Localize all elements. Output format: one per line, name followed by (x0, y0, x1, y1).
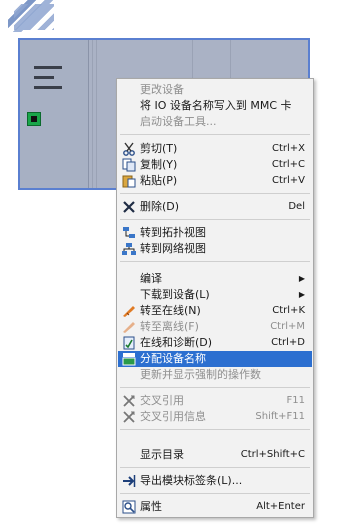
menu-separator (120, 193, 310, 194)
cross-reference-icon (122, 394, 136, 408)
menu-item-label: 复制(Y) (140, 158, 178, 171)
submenu-arrow-icon: ▶ (298, 274, 305, 283)
menu-item-label: 属性 (140, 500, 162, 513)
menu-item-label: 粘贴(P) (140, 174, 178, 187)
menu-item-shortcut: Ctrl+Shift+C (240, 449, 305, 460)
menu-item-label: 在线和诊断(D) (140, 336, 213, 349)
export-arrow-icon (122, 474, 136, 488)
menu-separator (120, 134, 310, 135)
menu-item-shortcut: Del (288, 201, 305, 212)
menu-item-shortcut: Ctrl+M (270, 321, 305, 332)
menu-item-compile[interactable]: 编译 ▶ (118, 271, 312, 287)
menu-item-shortcut: Ctrl+K (272, 305, 305, 316)
menu-item-update-show-forced-operands[interactable]: 更新并显示强制的操作数 (118, 367, 312, 383)
profinet-port-icon[interactable] (27, 112, 41, 126)
menu-item-label: 转到拓扑视图 (140, 226, 206, 239)
menu-item-label: 转至离线(F) (140, 320, 199, 333)
menu-item-label: 显示目录 (140, 448, 184, 461)
paste-icon (122, 174, 136, 188)
menu-item-delete[interactable]: 删除(D) Del (118, 199, 312, 215)
menu-item-shortcut: Shift+F11 (255, 411, 305, 422)
menu-item-export-module-labels[interactable]: 导出模块标签条(L)... (118, 473, 312, 489)
menu-separator (120, 467, 310, 468)
assign-name-icon (122, 352, 136, 366)
context-menu: 更改设备 将 IO 设备名称写入到 MMC 卡 启动设备工具... 剪切(T) … (116, 78, 314, 518)
menu-item-go-online[interactable]: 转至在线(N) Ctrl+K (118, 303, 312, 319)
menu-item-cross-reference[interactable]: 交叉引用 F11 (118, 393, 312, 409)
menu-item-go-offline[interactable]: 转至离线(F) Ctrl+M (118, 319, 312, 335)
menu-item-change-device[interactable]: 更改设备 (118, 82, 312, 98)
device-rack-header-pattern (14, 4, 54, 30)
cross-reference-info-icon (122, 410, 136, 424)
device-head-module[interactable] (20, 40, 89, 188)
menu-item-label: 导出模块标签条(L)... (140, 474, 243, 487)
menu-item-start-device-tool[interactable]: 启动设备工具... (118, 114, 312, 130)
properties-icon (122, 500, 136, 514)
menu-item-label: 分配设备名称 (140, 352, 206, 365)
menu-item-label: 剪切(T) (140, 142, 178, 155)
diagnostics-icon (122, 336, 136, 350)
menu-item-shortcut: Ctrl+V (271, 175, 305, 186)
module-label-line (34, 66, 62, 69)
delete-x-icon (122, 200, 136, 214)
menu-item-label: 更新并显示强制的操作数 (140, 368, 261, 381)
menu-item-label: 交叉引用 (140, 394, 184, 407)
menu-item-assign-device-name[interactable]: 分配设备名称 (118, 351, 312, 367)
module-label-line (34, 86, 62, 89)
menu-item-label: 启动设备工具... (140, 115, 217, 128)
menu-item-label: 编译 (140, 272, 162, 285)
copy-icon (122, 158, 136, 172)
topology-view-icon (122, 226, 136, 240)
menu-item-shortcut: Ctrl+D (271, 337, 305, 348)
module-slot-divider (92, 40, 93, 188)
submenu-arrow-icon: ▶ (298, 290, 305, 299)
menu-item-shortcut: Ctrl+X (271, 143, 305, 154)
menu-separator (120, 429, 310, 430)
menu-item-cross-reference-info[interactable]: 交叉引用信息 Shift+F11 (118, 409, 312, 425)
menu-item-label: 下载到设备(L) (140, 288, 210, 301)
menu-item-label: 删除(D) (140, 200, 180, 213)
go-offline-icon (122, 320, 136, 334)
menu-item-shortcut: F11 (286, 395, 305, 406)
menu-item-properties[interactable]: 属性 Alt+Enter (118, 499, 312, 515)
module-label-line (34, 76, 54, 79)
menu-separator (120, 387, 310, 388)
menu-item-shortcut: Ctrl+C (271, 159, 305, 170)
menu-item-download-to-device[interactable]: 下载到设备(L) ▶ (118, 287, 312, 303)
menu-item-label: 更改设备 (140, 83, 184, 96)
menu-item-write-io-name-mmc[interactable]: 将 IO 设备名称写入到 MMC 卡 (118, 98, 312, 114)
menu-item-label: 将 IO 设备名称写入到 MMC 卡 (140, 99, 292, 112)
menu-item-cut[interactable]: 剪切(T) Ctrl+X (118, 141, 312, 157)
module-slot-divider (96, 40, 97, 188)
menu-item-go-topology-view[interactable]: 转到拓扑视图 (118, 225, 312, 241)
menu-item-label: 转至在线(N) (140, 304, 201, 317)
menu-separator (120, 261, 310, 262)
menu-separator (120, 219, 310, 220)
scissors-icon (122, 142, 136, 156)
menu-item-show-catalog[interactable]: 显示目录 Ctrl+Shift+C (118, 447, 312, 463)
menu-item-online-diagnostics[interactable]: 在线和诊断(D) Ctrl+D (118, 335, 312, 351)
menu-item-label: 转到网络视图 (140, 242, 206, 255)
menu-item-copy[interactable]: 复制(Y) Ctrl+C (118, 157, 312, 173)
menu-item-label: 交叉引用信息 (140, 410, 206, 423)
menu-item-paste[interactable]: 粘贴(P) Ctrl+V (118, 173, 312, 189)
go-online-icon (122, 304, 136, 318)
network-view-icon (122, 242, 136, 256)
menu-separator (120, 493, 310, 494)
menu-item-shortcut: Alt+Enter (256, 501, 305, 512)
menu-item-go-network-view[interactable]: 转到网络视图 (118, 241, 312, 257)
